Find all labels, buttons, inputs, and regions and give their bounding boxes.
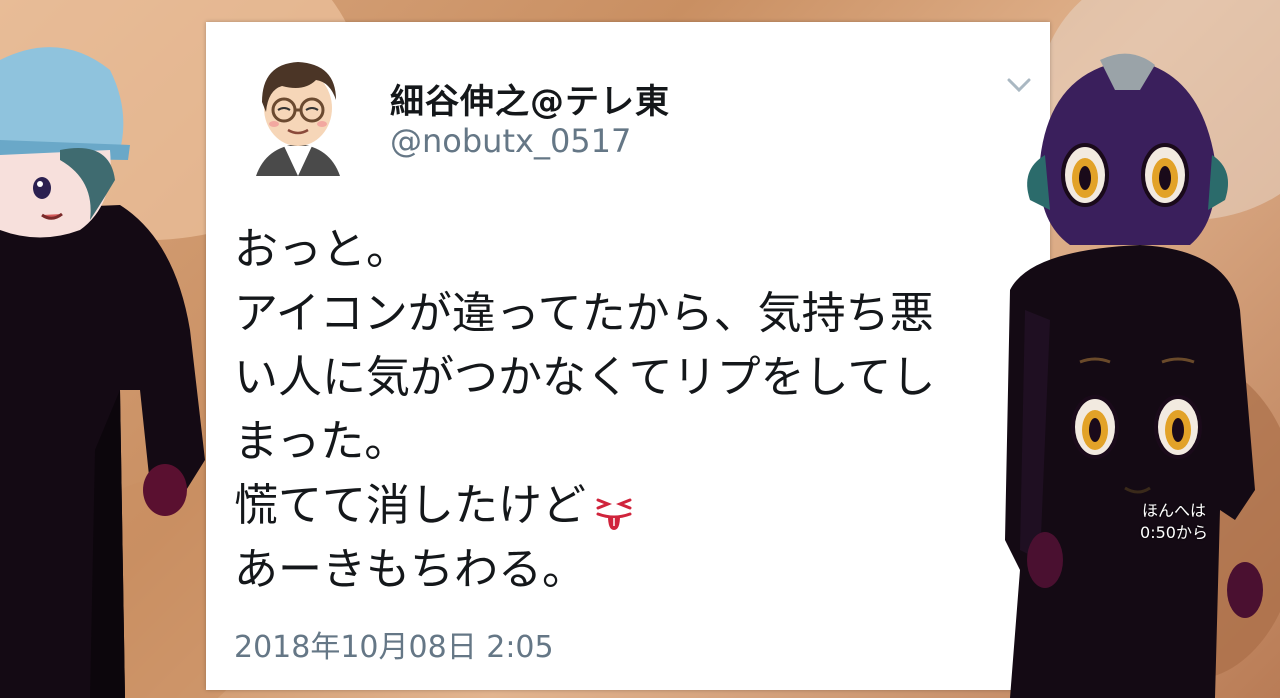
tweet-line: 慌てて消したけど — [234, 480, 586, 531]
right-character-figure — [1005, 53, 1263, 698]
tweet-line: あーきもちわる。 — [234, 544, 586, 595]
tweet-text: おっと。 アイコンが違ってたから、気持ち悪 い人に気がつかなくてリプをしてし ま… — [234, 218, 1050, 602]
tweet-line: い人に気がつかなくてリプをしてし — [234, 352, 936, 403]
tongue-out-face-icon — [590, 486, 638, 530]
tweet-line-with-emoji: 慌てて消したけど — [234, 474, 1050, 538]
tweet-line: おっと。 — [234, 224, 410, 275]
video-caption: ほんへは 0:50から — [1130, 500, 1218, 544]
tweet-line: アイコンが違ってたから、気持ち悪 — [234, 288, 934, 339]
avatar-glasses-man-icon — [256, 62, 340, 176]
left-character-figure — [0, 47, 205, 698]
user-handle[interactable]: @nobutx_0517 — [390, 122, 631, 160]
tweet-line: まった。 — [234, 416, 409, 467]
right-character — [990, 50, 1280, 698]
left-character — [0, 30, 210, 698]
caption-line: 0:50から — [1140, 523, 1208, 542]
tweet-timestamp[interactable]: 2018年10月08日 2:05 — [234, 622, 554, 666]
tweet-card: 細谷伸之@テレ東 @nobutx_0517 おっと。 アイコンが違ってたから、気… — [206, 22, 1050, 690]
caption-line: ほんへは — [1141, 501, 1206, 520]
avatar[interactable] — [246, 52, 350, 176]
display-name[interactable]: 細谷伸之@テレ東 — [390, 74, 670, 123]
